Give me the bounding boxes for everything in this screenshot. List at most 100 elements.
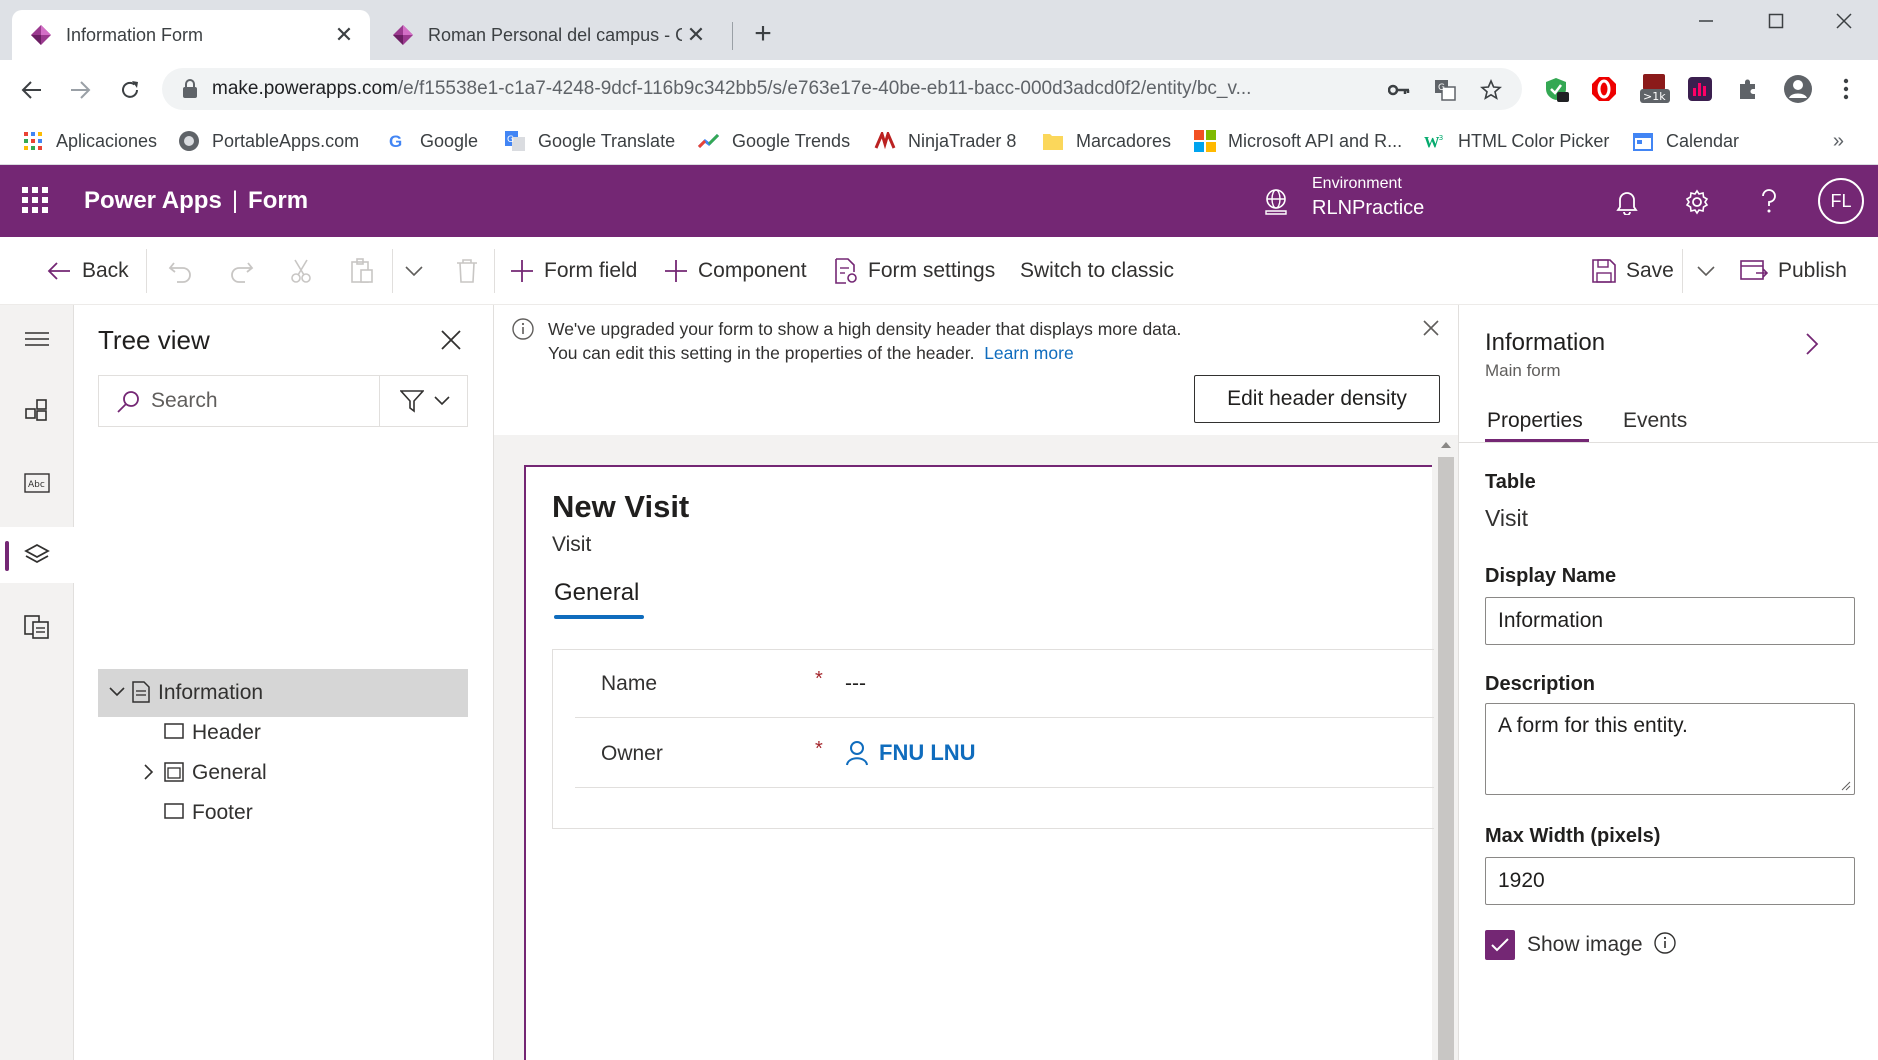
help-question-icon[interactable] (1754, 187, 1784, 217)
learn-more-link[interactable]: Learn more (984, 343, 1074, 363)
close-icon[interactable] (438, 327, 464, 353)
bookmark-html-color-picker[interactable]: W 3 HTML Color Picker (1424, 126, 1609, 156)
field-name[interactable]: Name * --- (575, 650, 1435, 718)
bookmark-calendar[interactable]: Calendar (1632, 126, 1739, 156)
user-avatar[interactable]: FL (1818, 178, 1864, 224)
save-options-dropdown[interactable] (1696, 254, 1726, 288)
paste-options-dropdown[interactable] (404, 254, 434, 288)
bookmark-marcadores[interactable]: Marcadores (1042, 126, 1171, 156)
tab-properties[interactable]: Properties (1487, 409, 1583, 433)
extension-adblock-icon[interactable] (1590, 75, 1618, 103)
close-window-icon[interactable] (1824, 8, 1864, 34)
bookmark-star-icon[interactable] (1478, 77, 1504, 103)
bookmark-google-trends[interactable]: Google Trends (698, 126, 850, 156)
filter-dropdown[interactable] (379, 376, 469, 426)
reload-icon[interactable] (112, 72, 148, 108)
browser-tab-information-form[interactable]: Information Form ✕ (12, 10, 370, 60)
paste-button[interactable] (350, 254, 384, 288)
form-settings-button[interactable]: Form settings (834, 254, 995, 288)
description-textarea[interactable]: A form for this entity. (1485, 703, 1855, 795)
url-text[interactable]: make.powerapps.com/e/f15538e1-c1a7-4248-… (212, 78, 1332, 100)
environment-globe-icon[interactable] (1262, 187, 1290, 215)
close-tab-icon[interactable]: ✕ (330, 21, 358, 49)
add-component-button[interactable]: Component (664, 254, 807, 288)
bookmark-aplicaciones[interactable]: Aplicaciones (22, 126, 157, 156)
notifications-bell-icon[interactable] (1612, 187, 1642, 217)
environment-name[interactable]: RLNPractice (1312, 197, 1424, 220)
lock-icon[interactable] (182, 79, 198, 99)
tab-separator (732, 22, 733, 50)
bookmark-google-translate[interactable]: G Google Translate (504, 126, 675, 156)
back-arrow-icon[interactable] (14, 72, 50, 108)
extension-chart-icon[interactable] (1686, 75, 1714, 103)
table-columns-icon[interactable]: Abc (0, 455, 74, 511)
powerapps-favicon-icon (31, 25, 51, 45)
forward-arrow-icon[interactable] (62, 72, 98, 108)
cut-button[interactable] (290, 254, 322, 288)
extension-badge-icon[interactable]: >1k (1638, 74, 1672, 103)
bookmark-portableapps[interactable]: PortableApps.com (178, 126, 359, 156)
translate-page-icon[interactable]: G (1432, 77, 1458, 103)
extensions-puzzle-icon[interactable] (1734, 75, 1762, 103)
tree-view-layers-icon[interactable] (0, 527, 74, 583)
canvas-scrollbar-thumb[interactable] (1438, 457, 1454, 1060)
svg-text:Abc: Abc (28, 480, 45, 490)
form-tab-general[interactable]: General (554, 579, 639, 607)
collapse-panel-chevron-icon[interactable] (1803, 331, 1821, 357)
more-bookmarks-icon[interactable]: » (1833, 130, 1844, 153)
field-owner[interactable]: Owner * FNU LNU (575, 720, 1435, 788)
delete-button[interactable] (456, 254, 488, 288)
app-launcher-icon[interactable] (22, 187, 48, 213)
add-form-field-button[interactable]: Form field (510, 254, 637, 288)
components-icon[interactable] (0, 383, 74, 439)
owner-lookup[interactable]: FNU LNU (845, 740, 976, 766)
edit-header-density-button[interactable]: Edit header density (1194, 375, 1440, 423)
form-libraries-icon[interactable] (0, 599, 74, 655)
show-image-checkbox[interactable] (1485, 930, 1515, 960)
tree-search-box[interactable]: Search (98, 375, 468, 427)
maximize-icon[interactable] (1756, 8, 1796, 34)
bookmark-microsoft-api[interactable]: Microsoft API and R... (1194, 126, 1402, 156)
form-section[interactable]: Name * --- Owner * FNU LNU (552, 649, 1435, 829)
description-value: A form for this entity. (1498, 714, 1688, 737)
app-title-separator: | (231, 187, 239, 214)
scroll-up-arrow-icon[interactable] (1438, 439, 1454, 451)
chevron-down-icon[interactable] (108, 683, 126, 701)
redo-button[interactable] (228, 254, 264, 288)
field-value[interactable]: --- (845, 672, 866, 696)
address-bar[interactable]: make.powerapps.com/e/f15538e1-c1a7-4248-… (162, 68, 1522, 110)
profile-avatar-icon[interactable] (1782, 75, 1814, 103)
publish-button[interactable]: Publish (1740, 254, 1847, 288)
owner-value[interactable]: FNU LNU (879, 740, 976, 766)
svg-text:G: G (1438, 83, 1445, 93)
tree-item-footer[interactable]: Footer (98, 789, 468, 837)
close-tab-icon[interactable]: ✕ (682, 21, 710, 49)
new-tab-icon[interactable]: + (748, 19, 778, 50)
form-preview[interactable]: New Visit Visit General Name * --- Owner… (524, 465, 1435, 1060)
switch-to-classic-button[interactable]: Switch to classic (1020, 254, 1174, 288)
minimize-icon[interactable] (1686, 8, 1726, 34)
save-button[interactable]: Save (1592, 254, 1674, 288)
resize-grip-icon[interactable] (1841, 781, 1851, 791)
browser-menu-icon[interactable] (1832, 75, 1860, 103)
bookmark-google[interactable]: G Google (386, 126, 478, 156)
properties-subtitle: Main form (1485, 361, 1561, 380)
chevron-right-icon[interactable] (140, 763, 158, 781)
save-label: Save (1626, 259, 1674, 282)
collapse-menu-icon[interactable] (0, 311, 74, 367)
close-banner-icon[interactable] (1422, 319, 1440, 337)
header-section-icon (164, 723, 184, 739)
undo-button[interactable] (168, 254, 204, 288)
max-width-input[interactable] (1485, 857, 1855, 905)
browser-tab-roman-personal[interactable]: Roman Personal del campus - Gu ✕ (374, 10, 722, 60)
settings-gear-icon[interactable] (1682, 187, 1712, 217)
bookmark-ninjatrader[interactable]: NinjaTrader 8 (874, 126, 1016, 156)
app-name[interactable]: Power Apps (84, 187, 222, 214)
back-button[interactable]: Back (46, 254, 129, 288)
extension-shield-icon[interactable] (1542, 75, 1570, 103)
search-input[interactable]: Search (151, 389, 218, 413)
info-icon[interactable] (1653, 931, 1677, 955)
display-name-input[interactable] (1485, 597, 1855, 645)
tab-events[interactable]: Events (1623, 409, 1687, 433)
key-icon[interactable] (1386, 77, 1412, 103)
